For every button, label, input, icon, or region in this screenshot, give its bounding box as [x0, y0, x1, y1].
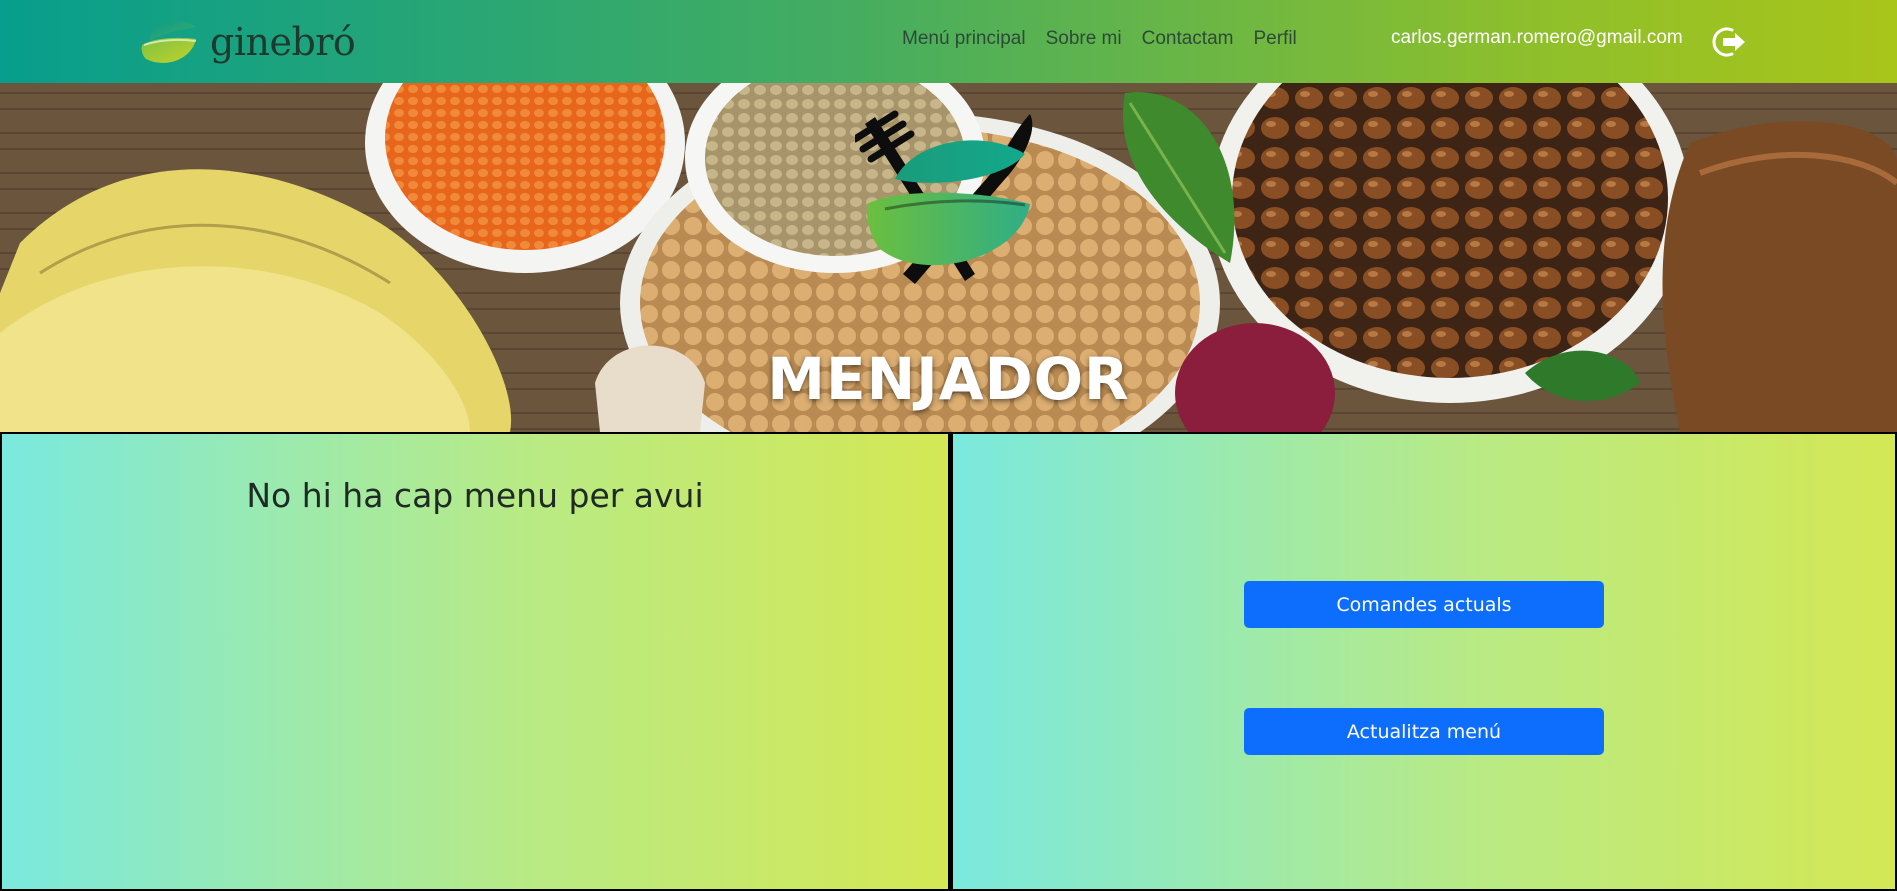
- no-menu-message: No hi ha cap menu per avui: [246, 476, 704, 515]
- logout-icon[interactable]: [1710, 25, 1748, 59]
- brand-logo-icon: [141, 20, 197, 63]
- actions-panel: Comandes actuals Actualitza menú: [950, 432, 1897, 891]
- nav-link-contact[interactable]: Contactam: [1142, 28, 1234, 50]
- user-email: carlos.german.romero@gmail.com: [1391, 27, 1683, 48]
- nav-links: Menú principal Sobre mi Contactam Perfil: [902, 28, 1297, 50]
- nav-link-main-menu[interactable]: Menú principal: [902, 28, 1026, 50]
- top-navbar: ginebró Menú principal Sobre mi Contacta…: [0, 0, 1897, 83]
- current-orders-button[interactable]: Comandes actuals: [1244, 581, 1604, 628]
- nav-link-about[interactable]: Sobre mi: [1046, 28, 1122, 50]
- page-title: MENJADOR: [767, 345, 1130, 413]
- update-menu-button[interactable]: Actualitza menú: [1244, 708, 1604, 755]
- brand-link[interactable]: ginebró: [138, 14, 356, 69]
- dining-logo-icon: [855, 110, 1033, 284]
- hero-banner: MENJADOR: [0, 83, 1897, 432]
- nav-link-profile[interactable]: Perfil: [1253, 28, 1296, 50]
- brand-name: ginebró: [210, 19, 356, 64]
- todays-menu-panel: No hi ha cap menu per avui: [0, 432, 950, 891]
